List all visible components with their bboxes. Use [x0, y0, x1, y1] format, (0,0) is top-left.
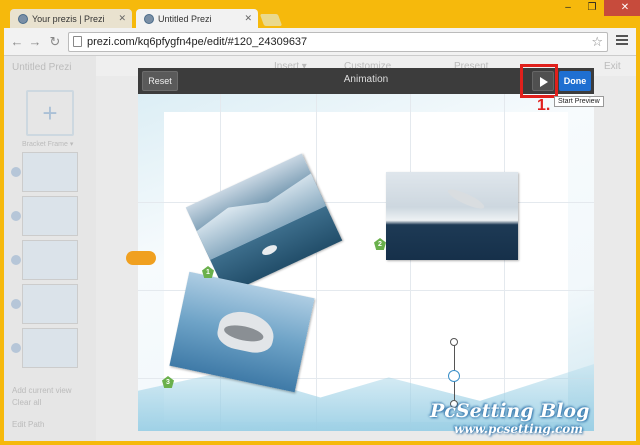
done-button[interactable]: Done [559, 71, 591, 91]
watermark-url: www.pcsetting.com [454, 422, 583, 436]
prezi-canvas[interactable]: 1 2 3 [138, 94, 594, 431]
chrome-menu-icon[interactable] [616, 35, 628, 45]
new-tab-button[interactable] [259, 14, 283, 26]
path-step-badge [11, 343, 21, 353]
path-step-badge [11, 299, 21, 309]
prezi-favicon-icon [144, 14, 154, 24]
bird-shape [445, 186, 487, 212]
path-sidebar: Untitled Prezi + Bracket Frame ▾ Add cur… [4, 56, 96, 441]
flying-bird-photo[interactable] [386, 172, 518, 260]
prezi-favicon-icon [18, 14, 28, 24]
edit-path-button[interactable]: Edit Path [12, 420, 44, 429]
grid-line [504, 94, 505, 431]
tab-strip: Your prezis | Prezi ✕ Untitled Prezi ✕ –… [0, 0, 640, 29]
clear-all-link[interactable]: Clear all [12, 398, 41, 407]
path-thumbnail[interactable] [11, 240, 78, 280]
bookmark-star-icon[interactable]: ☆ [591, 33, 603, 51]
minimize-button[interactable]: – [556, 0, 580, 16]
browser-window: Your prezis | Prezi ✕ Untitled Prezi ✕ –… [0, 0, 640, 445]
address-bar[interactable]: prezi.com/kq6pfygfn4pe/edit/#120_2430963… [68, 32, 608, 52]
frame-type-dropdown[interactable]: Bracket Frame ▾ [22, 140, 73, 148]
path-point[interactable] [448, 370, 460, 382]
path-thumbnail[interactable] [11, 284, 78, 324]
reload-icon[interactable]: ↻ [48, 34, 62, 50]
prezi-title: Untitled Prezi [12, 62, 72, 73]
tab-untitled-prezi[interactable]: Untitled Prezi ✕ [136, 9, 258, 29]
path-thumbnail[interactable] [11, 196, 78, 236]
url-text: prezi.com/kq6pfygfn4pe/edit/#120_2430963… [87, 36, 308, 48]
path-step-badge [11, 211, 21, 221]
watermark: PcSetting Blog www.pcsetting.com [430, 400, 589, 436]
path-point[interactable] [450, 338, 458, 346]
browser-toolbar: ← → ↻ prezi.com/kq6pfygfn4pe/edit/#120_2… [4, 28, 636, 56]
grid-line [316, 94, 317, 431]
close-window-button[interactable]: ✕ [604, 0, 640, 16]
watermark-title: PcSetting Blog [430, 400, 590, 422]
tab-label: Your prezis | Prezi [32, 14, 105, 24]
forward-arrow-icon[interactable]: → [28, 34, 42, 49]
close-tab-icon[interactable]: ✕ [244, 13, 252, 24]
close-tab-icon[interactable]: ✕ [118, 13, 126, 24]
path-handle[interactable] [126, 251, 156, 265]
back-arrow-icon[interactable]: ← [10, 34, 24, 49]
path-thumbnail[interactable] [11, 328, 78, 368]
add-frame-button[interactable]: + [26, 90, 74, 136]
page-icon [73, 36, 82, 47]
path-step-badge [11, 255, 21, 265]
grid-line [410, 94, 411, 431]
bird-shape [260, 243, 279, 258]
add-current-view-link[interactable]: Add current view [12, 386, 72, 395]
bird-shape [214, 307, 278, 357]
step-number: 1. [537, 97, 551, 114]
tab-your-prezis[interactable]: Your prezis | Prezi ✕ [10, 9, 132, 29]
restore-button[interactable]: ❐ [580, 0, 604, 16]
path-step-badge [11, 167, 21, 177]
highlight-box [520, 64, 558, 98]
exit-button[interactable]: Exit [604, 61, 621, 72]
window-controls: – ❐ ✕ [556, 0, 640, 16]
tab-label: Untitled Prezi [158, 14, 212, 24]
start-preview-tooltip: Start Preview [554, 96, 604, 107]
path-thumbnail[interactable] [11, 152, 78, 192]
